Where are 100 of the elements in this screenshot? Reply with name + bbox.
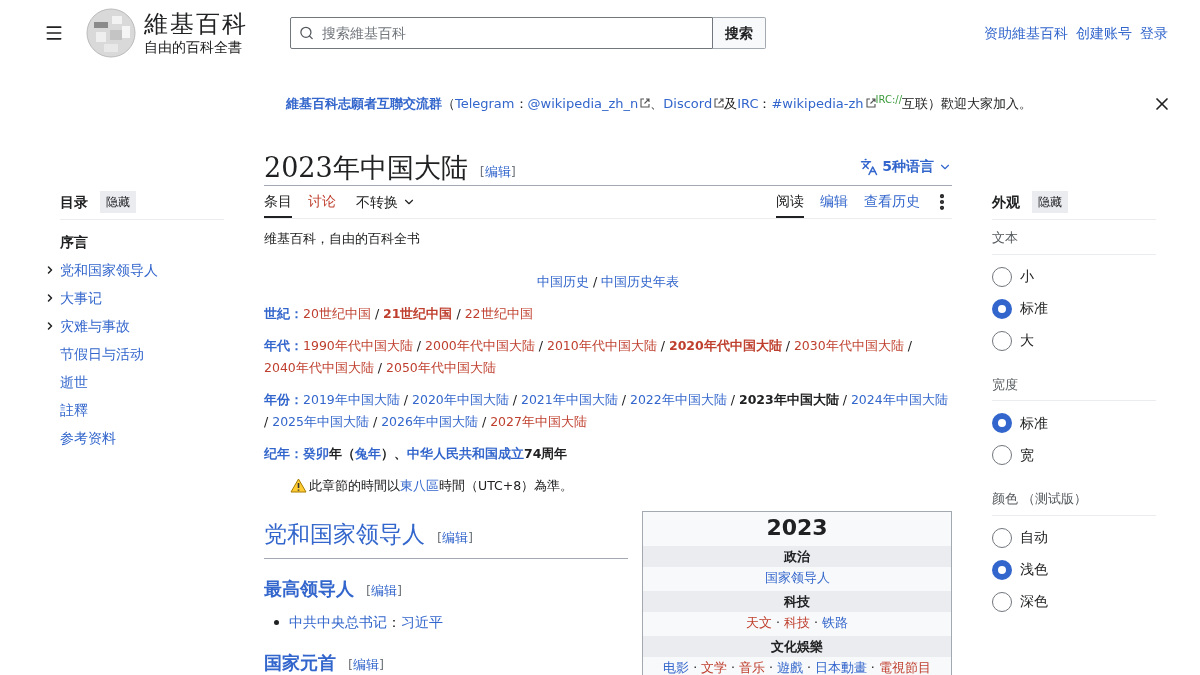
- search-field[interactable]: 搜索維基百科: [290, 17, 713, 49]
- navbox-links: 中国历史 / 中国历史年表: [535, 272, 681, 291]
- edit-link[interactable]: [编辑]: [348, 654, 385, 675]
- option-label: 标准: [1020, 299, 1048, 318]
- radio-button[interactable]: [992, 330, 1012, 351]
- page-title: 2023年中国大陆: [264, 154, 468, 181]
- radio-button[interactable]: [992, 298, 1012, 319]
- link[interactable]: 2020年代中国大陆: [668, 337, 782, 353]
- link[interactable]: 2019年中国大陆: [303, 391, 400, 407]
- page-tab[interactable]: 讨论: [308, 186, 336, 218]
- toc-item[interactable]: 党和国家领导人: [60, 259, 158, 281]
- hide-button[interactable]: 隐藏: [100, 191, 136, 213]
- link[interactable]: 2021年中国大陆: [520, 391, 618, 407]
- link[interactable]: 音乐: [739, 660, 766, 675]
- external-link[interactable]: @wikipedia_zh_n: [527, 96, 651, 112]
- link[interactable]: 中国历史年表: [601, 273, 680, 289]
- toc-item[interactable]: 逝世: [60, 371, 88, 393]
- external-link[interactable]: Discord: [663, 96, 725, 112]
- radio-button[interactable]: [992, 413, 1012, 433]
- toc-item[interactable]: 序言: [60, 231, 88, 253]
- page-tab[interactable]: 编辑: [820, 186, 848, 218]
- edit-link[interactable]: [编辑]: [437, 528, 474, 548]
- menu-icon[interactable]: [44, 23, 64, 43]
- navbox-row-text: 纪年：癸卯年（兔年）、中华人民共和国成立74周年: [264, 444, 569, 463]
- radio-button[interactable]: [992, 591, 1012, 612]
- link[interactable]: 纪年：: [264, 445, 303, 461]
- page-tab[interactable]: 阅读: [776, 186, 804, 218]
- link[interactable]: 2020年中国大陆: [412, 391, 509, 407]
- external-link-icon: [640, 98, 651, 109]
- link[interactable]: 国家领导人: [764, 570, 830, 586]
- link[interactable]: 日本動畫: [814, 660, 867, 675]
- toc-item[interactable]: 参考资料: [60, 427, 116, 449]
- wordmark: 維基百科: [144, 12, 248, 36]
- radio-button[interactable]: [992, 266, 1012, 287]
- link[interactable]: 2025年中国大陆: [272, 413, 369, 429]
- external-link[interactable]: #wikipedia-zh: [771, 96, 876, 112]
- navbox-row-text: 年代：1990年代中国大陆 / 2000年代中国大陆 / 2010年代中国大陆 / 2020年代中国大陆 / 2030年代中国大陆 / 2040年代中国大陆 / 2050年代中国大陆: [264, 336, 913, 377]
- option-group-label: 颜色 （测试版）: [992, 489, 1156, 516]
- link[interactable]: 铁路: [821, 615, 848, 631]
- variant-dropdown[interactable]: 不转换: [356, 186, 416, 218]
- link[interactable]: 1990年代中国大陆: [303, 337, 413, 353]
- external-link-icon: [865, 98, 876, 109]
- link[interactable]: 癸卯: [303, 445, 329, 461]
- edit-link[interactable]: [编辑]: [479, 161, 516, 181]
- translate-icon: [860, 157, 879, 176]
- link[interactable]: 习近平: [401, 613, 443, 630]
- link[interactable]: 2050年代中国大陆: [386, 359, 496, 375]
- radio-button[interactable]: [992, 445, 1012, 465]
- link[interactable]: 遊戲: [776, 660, 803, 675]
- link[interactable]: 中国历史: [536, 273, 589, 289]
- site-tagline: 维基百科，自由的百科全书: [264, 230, 421, 248]
- link[interactable]: 2040年代中国大陆: [264, 359, 374, 375]
- toc-title: 目录: [60, 192, 88, 212]
- option-label: 宽: [1020, 445, 1034, 465]
- infobox-title: 2023: [765, 514, 829, 543]
- link[interactable]: 2027年中国大陆: [490, 413, 587, 429]
- toc-item[interactable]: 节假日与活动: [60, 343, 144, 365]
- option-label: 标准: [1020, 413, 1048, 433]
- link[interactable]: 20世纪中国: [303, 305, 371, 321]
- link[interactable]: 电影: [663, 660, 690, 675]
- user-link[interactable]: 登录: [1140, 22, 1168, 44]
- toc-item[interactable]: 灾难与事故: [60, 315, 130, 337]
- link[interactable]: 2022年中国大陆: [629, 391, 727, 407]
- radio-button[interactable]: [992, 559, 1012, 580]
- link[interactable]: IRC: [737, 96, 759, 112]
- language-button[interactable]: 5种语言: [860, 156, 952, 177]
- link[interactable]: 世紀：: [264, 305, 303, 321]
- link[interactable]: 2010年代中国大陆: [546, 337, 657, 353]
- link[interactable]: 2026年中国大陆: [381, 413, 478, 429]
- page-tab[interactable]: 查看历史: [864, 186, 920, 218]
- toc-item[interactable]: 大事记: [60, 287, 102, 309]
- link[interactable]: 22世纪中国: [464, 305, 533, 321]
- link[interactable]: 2000年代中国大陆: [425, 337, 535, 353]
- edit-link[interactable]: [编辑]: [366, 580, 403, 601]
- link[interactable]: 21世纪中国: [383, 305, 453, 321]
- hide-button[interactable]: 隐藏: [1032, 191, 1068, 213]
- toc-item[interactable]: 註釋: [60, 399, 88, 421]
- user-link[interactable]: 资助維基百科: [984, 22, 1068, 44]
- option-label: 浅色: [1020, 560, 1048, 579]
- search-button[interactable]: 搜索: [713, 17, 766, 49]
- link[interactable]: 文学: [701, 660, 728, 675]
- link[interactable]: 電視節目: [878, 660, 931, 675]
- link[interactable]: 中共中央总书记: [289, 613, 387, 630]
- link[interactable]: Telegram: [454, 96, 515, 112]
- user-link[interactable]: 创建账号: [1076, 22, 1132, 44]
- link[interactable]: 中华人民共和国成立: [407, 445, 524, 461]
- link[interactable]: 年份：: [264, 391, 303, 407]
- link[interactable]: 東八區: [400, 477, 439, 493]
- link[interactable]: 科技: [784, 615, 810, 631]
- link[interactable]: 2030年代中国大陆: [793, 337, 904, 353]
- link[interactable]: 兔年: [355, 445, 381, 461]
- navbox-row-text: 世紀：20世纪中国 / 21世纪中国 / 22世纪中国: [264, 304, 534, 323]
- link[interactable]: 2024年中国大陆: [850, 391, 948, 407]
- page-tab[interactable]: 条目: [264, 186, 292, 218]
- radio-button[interactable]: [992, 527, 1012, 548]
- search-input[interactable]: 搜索維基百科: [322, 22, 704, 44]
- bullet-icon: [274, 619, 279, 625]
- link[interactable]: 年代：: [264, 337, 303, 353]
- link[interactable]: 天文: [746, 615, 773, 631]
- link[interactable]: 維基百科志願者互聯交流群: [285, 96, 442, 112]
